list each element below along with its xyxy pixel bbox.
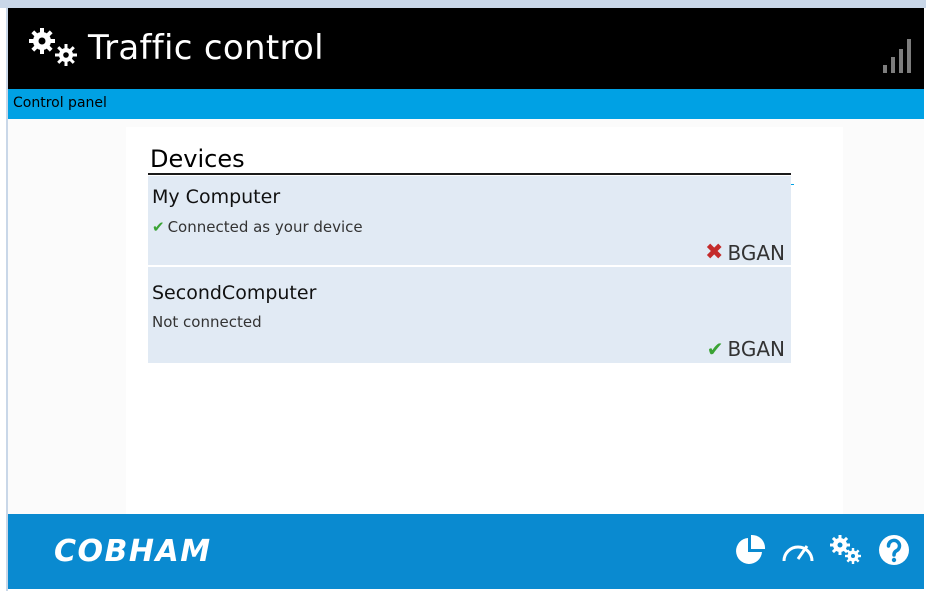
device-status-text: Not connected — [152, 313, 262, 331]
device-name: My Computer — [152, 186, 281, 208]
speedometer-icon[interactable] — [780, 532, 816, 568]
device-status: Not connected — [152, 313, 262, 331]
footer-bar: COBHAM — [8, 514, 924, 589]
heading-divider — [148, 173, 791, 175]
help-icon[interactable] — [876, 532, 912, 568]
window-left-border — [0, 8, 8, 591]
signal-strength-icon — [883, 39, 911, 73]
device-row-my-computer[interactable]: My Computer ✔ Connected as your device ✖… — [148, 176, 791, 265]
brand-logo: COBHAM — [54, 534, 212, 569]
app-frame: Traffic control Control panel Devices My… — [8, 8, 924, 589]
check-icon: ✔ — [152, 218, 165, 236]
footer-nav — [732, 532, 912, 568]
breadcrumb-bar: Control panel — [8, 89, 924, 119]
devices-heading: Devices — [150, 145, 245, 173]
check-icon: ✔ — [706, 337, 724, 361]
header-bar: Traffic control — [8, 8, 924, 89]
heading-divider-accent — [791, 184, 794, 185]
network-toggle-bgan[interactable]: ✖ BGAN — [705, 240, 785, 265]
window-top-border — [0, 0, 926, 8]
network-label: BGAN — [727, 337, 785, 361]
device-row-secondcomputer[interactable]: SecondComputer Not connected ✔ BGAN — [148, 267, 791, 363]
gears-icon[interactable] — [828, 532, 864, 568]
device-status: ✔ Connected as your device — [152, 218, 363, 236]
network-label: BGAN — [727, 240, 785, 265]
gears-icon — [26, 26, 82, 74]
device-status-text: Connected as your device — [167, 218, 363, 236]
breadcrumb[interactable]: Control panel — [13, 95, 107, 111]
page-title: Traffic control — [88, 28, 324, 68]
cross-icon: ✖ — [705, 240, 724, 265]
network-toggle-bgan[interactable]: ✔ BGAN — [707, 337, 785, 361]
pie-chart-icon[interactable] — [732, 532, 768, 568]
device-name: SecondComputer — [152, 282, 317, 304]
